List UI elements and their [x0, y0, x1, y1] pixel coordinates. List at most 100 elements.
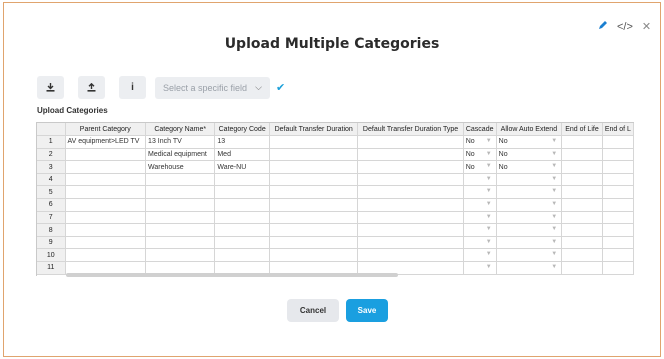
category-name-cell[interactable]: [145, 248, 216, 263]
info-button[interactable]: i: [119, 76, 146, 99]
dropdown-arrow-icon[interactable]: ▼: [551, 176, 557, 182]
cascade-cell[interactable]: ▼: [463, 261, 497, 275]
end-of-life-cell[interactable]: [561, 173, 603, 187]
header-allow-auto-extend[interactable]: Allow Auto Extend: [496, 123, 563, 137]
category-name-cell[interactable]: Medical equipment: [145, 148, 216, 162]
cascade-cell[interactable]: ▼: [463, 185, 497, 200]
category-code-cell[interactable]: [214, 223, 271, 237]
transfer-duration-cell[interactable]: [269, 173, 359, 187]
transfer-duration-type-cell[interactable]: [357, 185, 464, 200]
category-name-cell[interactable]: [145, 236, 216, 250]
end-of-life-2-cell[interactable]: [602, 173, 634, 187]
end-of-life-2-cell[interactable]: [602, 236, 634, 250]
dropdown-arrow-icon[interactable]: ▼: [551, 138, 557, 144]
dropdown-arrow-icon[interactable]: ▼: [551, 201, 557, 207]
dropdown-arrow-icon[interactable]: ▼: [551, 151, 557, 157]
header-category-name[interactable]: Category Name*: [145, 123, 216, 137]
end-of-life-2-cell[interactable]: [602, 135, 634, 149]
auto-extend-cell[interactable]: ▼: [496, 261, 563, 275]
field-select[interactable]: Select a specific field ⌵: [155, 76, 270, 99]
category-code-cell[interactable]: Ware-NU: [214, 160, 271, 174]
parent-category-cell[interactable]: [65, 148, 147, 162]
cascade-cell[interactable]: ▼: [463, 198, 497, 212]
header-parent-category[interactable]: Parent Category: [65, 123, 147, 137]
category-name-cell[interactable]: [145, 211, 216, 225]
end-of-life-2-cell[interactable]: [602, 148, 634, 162]
transfer-duration-type-cell[interactable]: [357, 160, 464, 174]
category-name-cell[interactable]: [145, 185, 216, 200]
end-of-life-2-cell[interactable]: [602, 261, 634, 275]
parent-category-cell[interactable]: [65, 173, 147, 187]
cascade-cell[interactable]: ▼: [463, 173, 497, 187]
transfer-duration-cell[interactable]: [269, 248, 359, 263]
dropdown-arrow-icon[interactable]: ▼: [551, 188, 557, 194]
dropdown-arrow-icon[interactable]: ▼: [486, 201, 492, 207]
save-button[interactable]: Save: [346, 299, 388, 322]
header-category-code[interactable]: Category Code: [214, 123, 271, 137]
parent-category-cell[interactable]: AV equipment>LED TV: [65, 135, 147, 149]
categories-grid[interactable]: Parent Category Category Name* Category …: [36, 122, 634, 276]
dropdown-arrow-icon[interactable]: ▼: [486, 214, 492, 220]
category-code-cell[interactable]: [214, 236, 271, 250]
end-of-life-2-cell[interactable]: [602, 160, 634, 174]
transfer-duration-type-cell[interactable]: [357, 236, 464, 250]
parent-category-cell[interactable]: [65, 248, 147, 263]
end-of-life-cell[interactable]: [561, 148, 603, 162]
transfer-duration-cell[interactable]: [269, 211, 359, 225]
download-button[interactable]: [37, 76, 64, 99]
end-of-life-cell[interactable]: [561, 198, 603, 212]
parent-category-cell[interactable]: [65, 185, 147, 200]
end-of-life-2-cell[interactable]: [602, 211, 634, 225]
category-name-cell[interactable]: [145, 223, 216, 237]
category-code-cell[interactable]: Med: [214, 148, 271, 162]
transfer-duration-cell[interactable]: [269, 236, 359, 250]
transfer-duration-cell[interactable]: [269, 185, 359, 200]
header-end-of-life[interactable]: End of Life: [561, 123, 603, 137]
transfer-duration-type-cell[interactable]: [357, 148, 464, 162]
cascade-cell[interactable]: No ▼: [463, 135, 497, 149]
transfer-duration-cell[interactable]: [269, 160, 359, 174]
category-code-cell[interactable]: [214, 185, 271, 200]
parent-category-cell[interactable]: [65, 160, 147, 174]
category-code-cell[interactable]: 13: [214, 135, 271, 149]
end-of-life-cell[interactable]: [561, 236, 603, 250]
parent-category-cell[interactable]: [65, 211, 147, 225]
dropdown-arrow-icon[interactable]: ▼: [551, 214, 557, 220]
category-name-cell[interactable]: [145, 173, 216, 187]
cascade-cell[interactable]: ▼: [463, 223, 497, 237]
category-code-cell[interactable]: [214, 173, 271, 187]
parent-category-cell[interactable]: [65, 223, 147, 237]
category-name-cell[interactable]: [145, 198, 216, 212]
cascade-cell[interactable]: No ▼: [463, 160, 497, 174]
end-of-life-cell[interactable]: [561, 211, 603, 225]
cascade-cell[interactable]: ▼: [463, 248, 497, 263]
upload-button[interactable]: [78, 76, 105, 99]
auto-extend-cell[interactable]: ▼: [496, 248, 563, 263]
category-name-cell[interactable]: Warehouse: [145, 160, 216, 174]
auto-extend-cell[interactable]: No ▼: [496, 148, 563, 162]
dropdown-arrow-icon[interactable]: ▼: [551, 264, 557, 270]
end-of-life-cell[interactable]: [561, 261, 603, 275]
auto-extend-cell[interactable]: ▼: [496, 211, 563, 225]
auto-extend-cell[interactable]: ▼: [496, 223, 563, 237]
end-of-life-cell[interactable]: [561, 160, 603, 174]
dropdown-arrow-icon[interactable]: ▼: [551, 239, 557, 245]
dropdown-arrow-icon[interactable]: ▼: [486, 163, 492, 169]
auto-extend-cell[interactable]: ▼: [496, 173, 563, 187]
cancel-button[interactable]: Cancel: [287, 299, 339, 322]
edit-icon[interactable]: [598, 20, 608, 33]
horizontal-scrollbar[interactable]: [66, 273, 398, 277]
header-cascade[interactable]: Cascade: [463, 123, 497, 137]
parent-category-cell[interactable]: [65, 236, 147, 250]
cascade-cell[interactable]: ▼: [463, 211, 497, 225]
transfer-duration-type-cell[interactable]: [357, 223, 464, 237]
end-of-life-cell[interactable]: [561, 248, 603, 263]
transfer-duration-type-cell[interactable]: [357, 135, 464, 149]
end-of-life-cell[interactable]: [561, 135, 603, 149]
checkmark-icon[interactable]: ✔: [276, 81, 285, 94]
dropdown-arrow-icon[interactable]: ▼: [486, 264, 492, 270]
header-default-transfer-duration-type[interactable]: Default Transfer Duration Type: [357, 123, 464, 137]
transfer-duration-type-cell[interactable]: [357, 211, 464, 225]
auto-extend-cell[interactable]: ▼: [496, 236, 563, 250]
auto-extend-cell[interactable]: ▼: [496, 198, 563, 212]
